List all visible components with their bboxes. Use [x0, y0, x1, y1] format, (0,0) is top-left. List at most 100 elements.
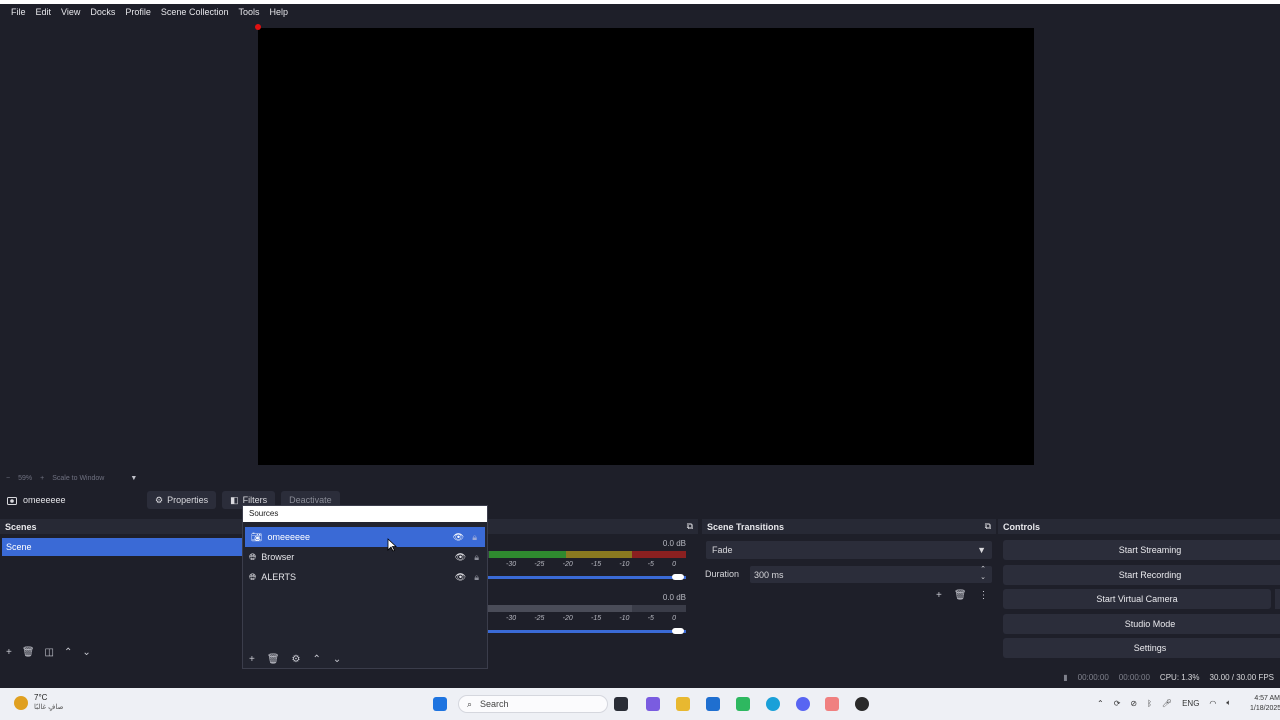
scene-filters-icon[interactable]: ◫ [45, 647, 54, 658]
microphone-icon[interactable]: 🎤︎ [1162, 699, 1172, 708]
spin-arrows-icon[interactable]: ⌃ ⌄ [980, 566, 986, 582]
sync-icon[interactable]: ⟳ [1114, 699, 1121, 708]
duration-value: 300 ms [754, 569, 784, 580]
store-icon[interactable] [706, 697, 720, 711]
track2-volume-slider[interactable] [488, 630, 686, 633]
sources-toolbar: + 🗑︎ ⚙ ⌃ ⌄ [249, 654, 341, 665]
camera-icon [7, 496, 17, 505]
start-streaming-button[interactable]: Start Streaming [1003, 540, 1280, 560]
remove-transition-icon[interactable]: 🗑︎ [954, 590, 967, 601]
duration-spinbox[interactable]: 300 ms ⌃ ⌄ [750, 566, 992, 583]
zoom-out-button[interactable]: − [6, 475, 10, 482]
eye-icon[interactable]: 👁︎ [455, 552, 466, 563]
selected-source-name: omeeeeee [23, 495, 66, 505]
virtual-camera-settings-button[interactable] [1275, 589, 1280, 609]
menu-scene-collection[interactable]: Scene Collection [156, 7, 234, 17]
remove-source-icon[interactable]: 🗑︎ [267, 654, 280, 665]
sources-title[interactable]: Sources [243, 506, 487, 522]
menu-tools[interactable]: Tools [233, 7, 264, 17]
rec-time: 00:00:00 [1118, 673, 1150, 682]
selected-source: omeeeeee [7, 495, 147, 505]
source-label: omeeeeee [267, 532, 310, 542]
weather-widget[interactable]: 7°C صافٍ غالبًا [14, 693, 63, 713]
volume-icon[interactable]: 🔈︎ [1226, 698, 1231, 708]
track2-volume-knob[interactable] [672, 628, 684, 634]
app-icon[interactable] [825, 697, 839, 711]
lock-icon[interactable]: 🔒︎ [474, 572, 479, 583]
track2-db: 0.0 dB [662, 593, 686, 602]
move-down-icon[interactable]: ⌄ [82, 647, 90, 658]
search-placeholder: Search [480, 699, 509, 709]
track1-scale: -30 -25 -20 -15 -10 -5 0 [488, 561, 686, 568]
obs-icon[interactable] [855, 697, 869, 711]
zoom-dropdown-icon[interactable]: ▼ [130, 475, 137, 482]
dock-float-icon[interactable]: ⧉ [687, 521, 693, 532]
zoom-in-button[interactable]: + [40, 475, 44, 482]
menu-file[interactable]: File [6, 7, 31, 17]
source-item[interactable]: 🌐︎ Browser 👁︎ 🔒︎ [243, 547, 487, 567]
globe-icon: 🌐︎ [249, 551, 257, 562]
more-options-icon[interactable]: ⋮ [979, 590, 989, 601]
windows-start-icon[interactable] [433, 697, 447, 711]
scene-list-item[interactable]: Scene [2, 538, 242, 556]
track1-volume-slider[interactable] [488, 576, 686, 579]
zoom-bar: − 59% + Scale to Window ▼ [0, 471, 1280, 485]
properties-button[interactable]: ⚙ Properties [147, 491, 217, 509]
add-scene-icon[interactable]: + [6, 647, 12, 658]
eye-icon[interactable]: 👁︎ [453, 532, 464, 543]
chevron-up-icon[interactable]: ⌃ [1097, 699, 1104, 708]
taskbar-search[interactable]: ⌕ Search [458, 695, 608, 713]
start-virtual-camera-button[interactable]: Start Virtual Camera [1003, 589, 1271, 609]
chevron-down-icon: ▼ [977, 545, 986, 555]
wifi-icon[interactable]: ◠ [1209, 699, 1216, 708]
clock[interactable]: 4:57 AM 1/18/2025 [1250, 694, 1280, 714]
remove-scene-icon[interactable]: 🗑︎ [22, 647, 35, 658]
menu-edit[interactable]: Edit [31, 7, 57, 17]
taskbar: 7°C صافٍ غالبًا ⌃ ⟳ ⊘ ᛒ 🎤︎ ENG ◠ 🔈︎ 4:57… [0, 688, 1280, 720]
source-properties-icon[interactable]: ⚙ [292, 654, 301, 665]
lock-icon[interactable]: 🔒︎ [472, 532, 477, 543]
move-down-icon[interactable]: ⌄ [333, 654, 341, 665]
tick: -10 [619, 561, 630, 568]
scene-transitions-header: Scene Transitions ⧉ [702, 519, 996, 534]
lock-icon[interactable]: 🔒︎ [474, 552, 479, 563]
file-explorer-icon[interactable] [676, 697, 690, 711]
app-icon[interactable] [736, 697, 750, 711]
scale-to-window-label[interactable]: Scale to Window [52, 475, 104, 482]
source-label: Browser [261, 552, 295, 562]
studio-mode-button[interactable]: Studio Mode [1003, 614, 1280, 634]
preview-handle-dot [255, 24, 261, 30]
status-bar: ▮ 00:00:00 00:00:00 CPU: 1.3% 30.00 / 30… [0, 670, 1280, 685]
settings-button[interactable]: Settings [1003, 638, 1280, 658]
menu-help[interactable]: Help [264, 7, 293, 17]
dock-float-icon[interactable]: ⧉ [985, 521, 991, 532]
eye-icon[interactable]: 👁︎ [455, 572, 466, 583]
source-item[interactable]: 📷︎ omeeeeee 👁︎ 🔒︎ [245, 527, 485, 547]
source-label: ALERTS [261, 572, 297, 582]
clock-date: 1/18/2025 [1250, 705, 1280, 712]
bluetooth-icon[interactable]: ᛒ [1147, 699, 1152, 708]
transitions-toolbar: + 🗑︎ ⋮ [936, 590, 989, 601]
add-source-icon[interactable]: + [249, 654, 255, 665]
add-transition-icon[interactable]: + [936, 590, 942, 601]
edge-icon[interactable] [766, 697, 780, 711]
transition-select[interactable]: Fade ▼ [706, 541, 992, 559]
track1-volume-knob[interactable] [672, 574, 684, 580]
start-recording-button[interactable]: Start Recording [1003, 565, 1280, 585]
menu-docks[interactable]: Docks [85, 7, 120, 17]
stream-time: 00:00:00 [1077, 673, 1109, 682]
discord-icon[interactable] [796, 697, 810, 711]
task-view-icon[interactable] [614, 697, 628, 711]
move-up-icon[interactable]: ⌃ [313, 654, 321, 665]
menu-view[interactable]: View [56, 7, 85, 17]
camera-icon: 📷︎ [251, 531, 263, 542]
move-up-icon[interactable]: ⌃ [64, 647, 72, 658]
menu-profile[interactable]: Profile [120, 7, 156, 17]
camera-off-icon[interactable]: ⊘ [1130, 699, 1137, 708]
language-indicator[interactable]: ENG [1182, 699, 1199, 708]
copilot-icon[interactable] [646, 697, 660, 711]
source-item[interactable]: 🌐︎ ALERTS 👁︎ 🔒︎ [243, 567, 487, 587]
weather-desc: صافٍ غالبًا [34, 704, 64, 711]
preview-canvas[interactable] [258, 28, 1034, 465]
tick: -10 [619, 615, 630, 622]
